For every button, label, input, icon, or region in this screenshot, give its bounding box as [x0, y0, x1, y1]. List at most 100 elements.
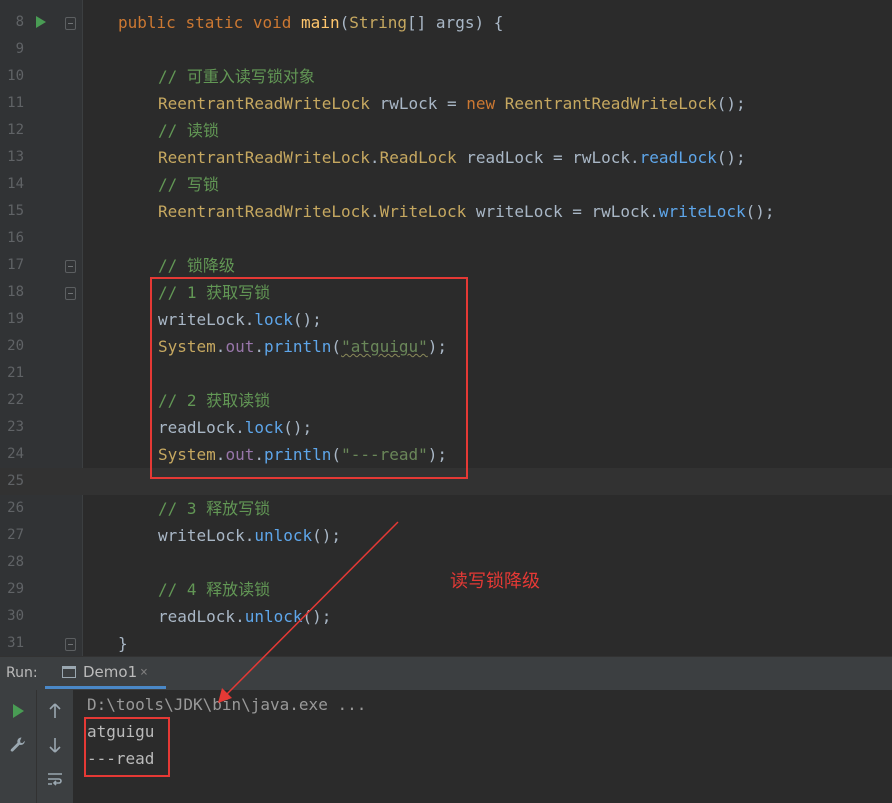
- line-number: 18: [7, 284, 24, 300]
- line-number: 12: [7, 122, 24, 138]
- code-text: public static void main(String[] args) {: [118, 9, 503, 36]
- code-token: }: [118, 634, 128, 653]
- code-token: WriteLock: [379, 202, 476, 221]
- code-text: // 可重入读写锁对象: [158, 63, 315, 90]
- line-number: 21: [7, 365, 24, 381]
- close-icon[interactable]: ×: [140, 657, 148, 688]
- code-line[interactable]: 9: [0, 36, 892, 63]
- code-token: .: [369, 148, 380, 167]
- code-line[interactable]: 10 // 可重入读写锁对象: [0, 63, 892, 90]
- run-label: Run:: [6, 665, 38, 681]
- code-token: ();: [716, 94, 746, 113]
- soft-wrap-button[interactable]: [37, 764, 73, 792]
- line-number: 16: [7, 230, 24, 246]
- code-token: readLock: [639, 148, 717, 167]
- arrow-down-icon: [49, 737, 61, 753]
- run-gutter-icon[interactable]: [36, 16, 46, 28]
- fold-icon[interactable]: [65, 287, 76, 300]
- code-line[interactable]: 8 public static void main(String[] args) …: [0, 9, 892, 36]
- line-number: 8: [15, 14, 24, 30]
- code-text: // 锁降级: [158, 252, 235, 279]
- code-text: ReentrantReadWriteLock rwLock = new Reen…: [158, 90, 746, 117]
- code-text: // 3 释放写锁: [158, 495, 270, 522]
- rerun-button[interactable]: [0, 696, 36, 724]
- code-token: new: [466, 94, 505, 113]
- code-line[interactable]: 11 ReentrantReadWriteLock rwLock = new Re…: [0, 90, 892, 117]
- code-line[interactable]: 13 ReentrantReadWriteLock.ReadLock readLo…: [0, 144, 892, 171]
- code-text: // 4 释放读锁: [158, 576, 270, 603]
- code-token: main: [301, 13, 340, 32]
- code-token: public: [118, 13, 186, 32]
- code-line[interactable]: 28: [0, 549, 892, 576]
- line-number: 13: [7, 149, 24, 165]
- code-token: writeLock.: [158, 526, 255, 545]
- line-number: 9: [15, 41, 24, 57]
- code-token: .: [369, 202, 380, 221]
- code-token: readLock.: [158, 607, 245, 626]
- line-number: 19: [7, 311, 24, 327]
- highlight-box-downgrade-code: [150, 277, 468, 479]
- annotation-label: 读写锁降级: [450, 571, 540, 592]
- code-token: // 可重入读写锁对象: [158, 67, 315, 86]
- wrench-icon: [10, 736, 25, 752]
- code-token: String: [349, 13, 408, 32]
- line-number: 23: [7, 419, 24, 435]
- code-token: ();: [745, 202, 775, 221]
- code-token: ReentrantReadWriteLock: [158, 94, 380, 113]
- console-tab-icon: [62, 666, 76, 678]
- code-token: unlock: [254, 526, 313, 545]
- line-number: 20: [7, 338, 24, 354]
- line-number: 10: [7, 68, 24, 84]
- code-token: // 4 释放读锁: [158, 580, 271, 599]
- code-line[interactable]: 29 // 4 释放读锁: [0, 576, 892, 603]
- code-text: }: [118, 630, 128, 656]
- code-editor[interactable]: 8 public static void main(String[] args) …: [0, 0, 892, 656]
- line-number: 22: [7, 392, 24, 408]
- line-number: 26: [7, 500, 24, 516]
- console-command-line: D:\tools\JDK\bin\java.exe ...: [87, 695, 367, 714]
- line-number: 27: [7, 527, 24, 543]
- code-text: // 写锁: [158, 171, 219, 198]
- code-line[interactable]: 26 // 3 释放写锁: [0, 495, 892, 522]
- code-token: (: [339, 13, 350, 32]
- code-line[interactable]: 15 ReentrantReadWriteLock.WriteLock write…: [0, 198, 892, 225]
- code-token: static: [185, 13, 253, 32]
- code-token: ReentrantReadWriteLock: [158, 148, 370, 167]
- fold-icon[interactable]: [65, 638, 76, 651]
- code-token: []: [407, 13, 436, 32]
- code-line[interactable]: 14 // 写锁: [0, 171, 892, 198]
- highlight-box-output: [84, 717, 170, 777]
- line-number: 29: [7, 581, 24, 597]
- line-number: 24: [7, 446, 24, 462]
- code-token: writeLock = rwLock.: [475, 202, 659, 221]
- tab-demo1[interactable]: Demo1 ×: [45, 657, 166, 689]
- code-line[interactable]: 30 readLock.unlock();: [0, 603, 892, 630]
- code-token: ReentrantReadWriteLock: [158, 202, 370, 221]
- line-number: 17: [7, 257, 24, 273]
- code-line[interactable]: 31}: [0, 630, 892, 656]
- code-token: readLock = rwLock.: [466, 148, 640, 167]
- tab-demo1-label: Demo1: [83, 663, 138, 681]
- run-panel-header: Run: Demo1 ×: [0, 656, 892, 690]
- scroll-up-button[interactable]: [37, 696, 73, 724]
- play-icon: [13, 703, 24, 718]
- fold-icon[interactable]: [65, 17, 76, 30]
- code-line[interactable]: 16: [0, 225, 892, 252]
- code-line[interactable]: 17 // 锁降级: [0, 252, 892, 279]
- code-token: ();: [716, 148, 746, 167]
- code-line[interactable]: 12 // 读锁: [0, 117, 892, 144]
- code-token: writeLock: [658, 202, 746, 221]
- line-number: 31: [7, 635, 24, 651]
- line-number: 25: [7, 473, 24, 489]
- line-number: 28: [7, 554, 24, 570]
- code-token: unlock: [244, 607, 303, 626]
- console-output[interactable]: D:\tools\JDK\bin\java.exe ... atguigu --…: [73, 690, 892, 803]
- fold-icon[interactable]: [65, 260, 76, 273]
- code-token: // 写锁: [158, 175, 219, 194]
- code-line[interactable]: 27 writeLock.unlock();: [0, 522, 892, 549]
- scroll-down-button[interactable]: [37, 730, 73, 758]
- settings-button[interactable]: [0, 730, 36, 758]
- line-number: 30: [7, 608, 24, 624]
- code-text: ReentrantReadWriteLock.WriteLock writeLo…: [158, 198, 775, 225]
- arrow-up-icon: [49, 702, 61, 718]
